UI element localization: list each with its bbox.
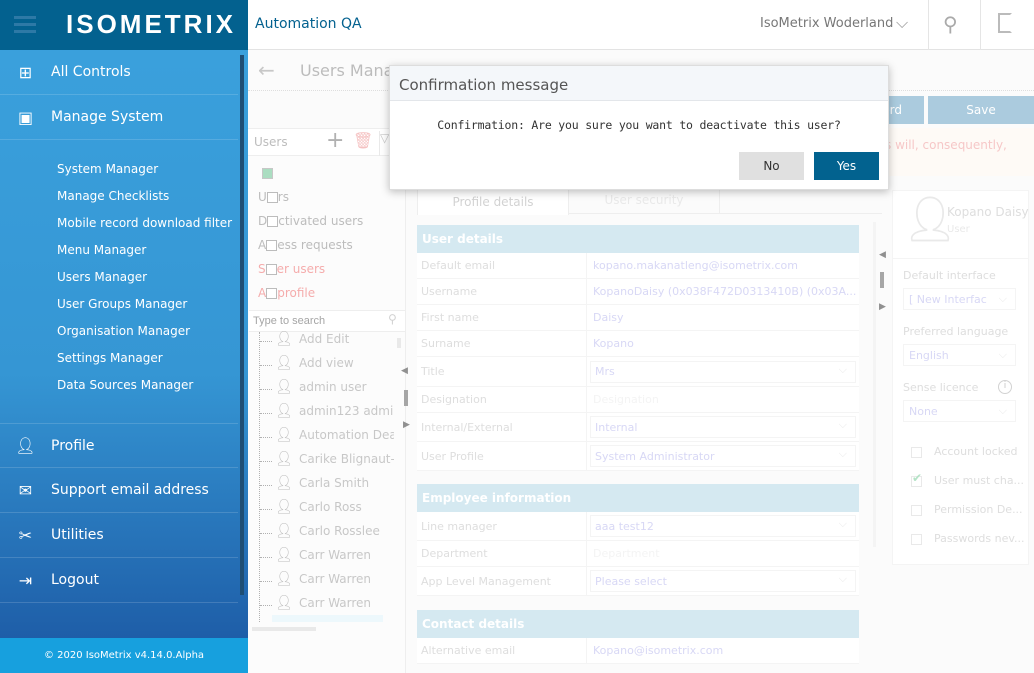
divider: [980, 0, 981, 50]
user-icon: 👤︎: [15, 436, 36, 455]
logout-icon: ⇥: [18, 570, 33, 590]
footer-version: © 2020 IsoMetrix v4.14.0.Alpha: [0, 638, 248, 673]
logout-icon[interactable]: [998, 13, 1012, 33]
mail-icon: ✉: [18, 480, 33, 500]
app-name: Automation QA: [255, 16, 362, 32]
sidebar-item-logout[interactable]: ⇥ Logout: [0, 558, 238, 603]
hamburger-menu-icon[interactable]: [14, 16, 36, 19]
submenu-system-manager[interactable]: System Manager: [57, 162, 158, 176]
sidebar-item-profile[interactable]: 👤︎ Profile: [0, 423, 238, 468]
sidebar-item-label: Profile: [51, 437, 95, 454]
sitemap-icon: ⊞: [18, 62, 33, 82]
sidebar-item-label: Manage System: [51, 109, 164, 125]
sidebar-item-label: All Controls: [51, 64, 131, 80]
submenu-user-groups-manager[interactable]: User Groups Manager: [57, 297, 187, 311]
tools-icon: ✂: [18, 525, 33, 545]
sidebar-item-label: Logout: [51, 572, 99, 588]
dialog-title: Confirmation message: [390, 66, 888, 101]
submenu-menu-manager[interactable]: Menu Manager: [57, 243, 146, 257]
top-bar: ISOMETRIX Automation QA IsoMetrix Woderl…: [0, 0, 1034, 50]
system-icon: ▣: [17, 107, 34, 127]
sidebar-item-manage-system[interactable]: ▣ Manage System: [0, 95, 238, 140]
divider: [928, 0, 929, 50]
sidebar-scrollbar[interactable]: [240, 55, 244, 595]
submenu-users-manager[interactable]: Users Manager: [57, 270, 147, 284]
brand-area: ISOMETRIX: [0, 0, 248, 50]
confirmation-dialog: Confirmation message Confirmation: Are y…: [389, 65, 889, 190]
isometrix-logo: ISOMETRIX: [66, 9, 237, 39]
sidebar-item-utilities[interactable]: ✂ Utilities: [0, 513, 238, 558]
submenu-organisation-manager[interactable]: Organisation Manager: [57, 324, 190, 338]
submenu-data-sources-manager[interactable]: Data Sources Manager: [57, 378, 193, 392]
sidebar: ⊞ All Controls ▣ Manage System System Mana…: [0, 50, 248, 638]
search-icon[interactable]: ⚲: [943, 12, 958, 36]
chevron-down-icon[interactable]: ⌵: [896, 13, 908, 33]
site-selector[interactable]: IsoMetrix Woderland: [760, 16, 893, 31]
sidebar-item-support-email[interactable]: ✉ Support email address: [0, 468, 238, 513]
yes-button[interactable]: Yes: [814, 152, 879, 180]
submenu-settings-manager[interactable]: Settings Manager: [57, 351, 163, 365]
dialog-message: Confirmation: Are you sure you want to d…: [437, 118, 841, 132]
submenu-mobile-record-filter[interactable]: Mobile record download filter: [57, 216, 232, 230]
no-button[interactable]: No: [739, 152, 804, 180]
sidebar-item-label: Support email address: [51, 482, 209, 498]
submenu-manage-checklists[interactable]: Manage Checklists: [57, 189, 169, 203]
sidebar-item-label: Utilities: [51, 527, 104, 543]
sidebar-item-all-controls[interactable]: ⊞ All Controls: [0, 50, 238, 95]
